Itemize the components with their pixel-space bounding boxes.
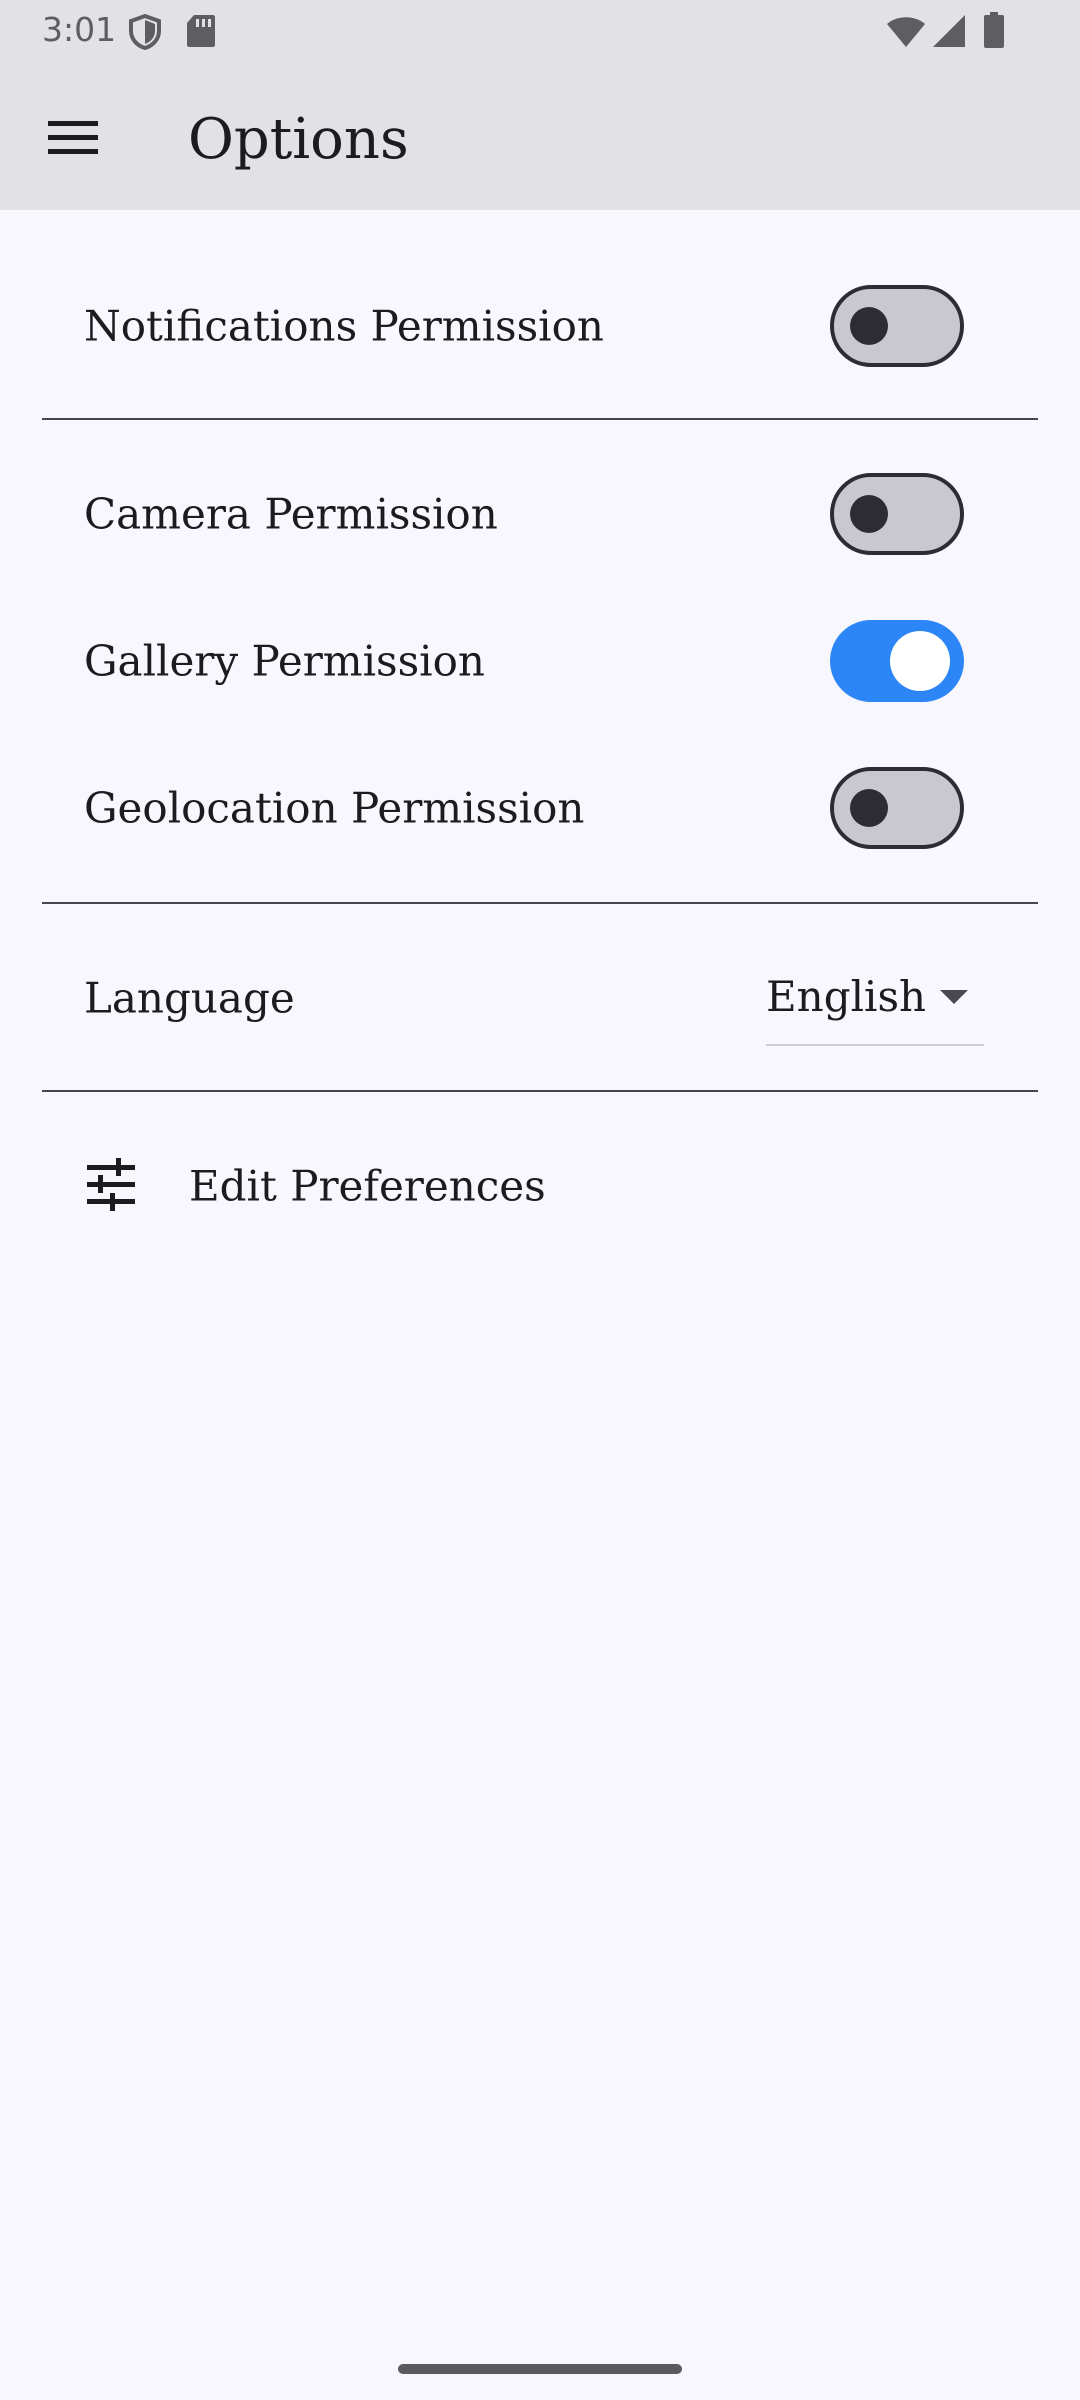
switch-thumb	[850, 495, 888, 533]
language-row: Language English	[84, 938, 984, 1058]
page-title: Options	[188, 107, 409, 172]
language-label: Language	[84, 973, 295, 1023]
home-indicator[interactable]	[398, 2364, 682, 2374]
menu-button[interactable]	[28, 104, 118, 174]
divider	[42, 902, 1038, 904]
switch-thumb	[890, 631, 950, 691]
edit-preferences-label: Edit Preferences	[189, 1161, 546, 1211]
signal-icon	[932, 14, 966, 52]
notifications-permission-switch[interactable]	[830, 285, 964, 367]
status-bar: 3:01	[0, 0, 1080, 64]
notifications-permission-label: Notifications Permission	[84, 301, 604, 351]
tune-icon	[84, 1158, 138, 1212]
divider	[42, 418, 1038, 420]
app-bar: Options	[0, 64, 1080, 210]
menu-icon	[48, 119, 98, 159]
wifi-icon	[886, 16, 926, 52]
battery-icon	[984, 12, 1004, 52]
geolocation-permission-switch[interactable]	[830, 767, 964, 849]
language-dropdown[interactable]: English	[766, 952, 984, 1046]
camera-permission-row: Camera Permission	[84, 454, 984, 574]
switch-thumb	[850, 307, 888, 345]
gallery-permission-row: Gallery Permission	[84, 601, 984, 721]
geolocation-permission-row: Geolocation Permission	[84, 748, 984, 868]
switch-thumb	[850, 789, 888, 827]
shield-icon	[128, 13, 162, 54]
status-time: 3:01	[42, 10, 117, 49]
camera-permission-label: Camera Permission	[84, 489, 498, 539]
gallery-permission-switch[interactable]	[830, 620, 964, 702]
camera-permission-switch[interactable]	[830, 473, 964, 555]
divider	[42, 1090, 1038, 1092]
edit-preferences-item[interactable]: Edit Preferences	[84, 1128, 984, 1244]
gallery-permission-label: Gallery Permission	[84, 636, 485, 686]
geolocation-permission-label: Geolocation Permission	[84, 783, 585, 833]
notifications-permission-row: Notifications Permission	[84, 266, 984, 386]
dropdown-arrow-icon	[940, 990, 968, 1004]
sd-card-icon	[186, 14, 216, 52]
language-selected-value: English	[766, 972, 927, 1021]
